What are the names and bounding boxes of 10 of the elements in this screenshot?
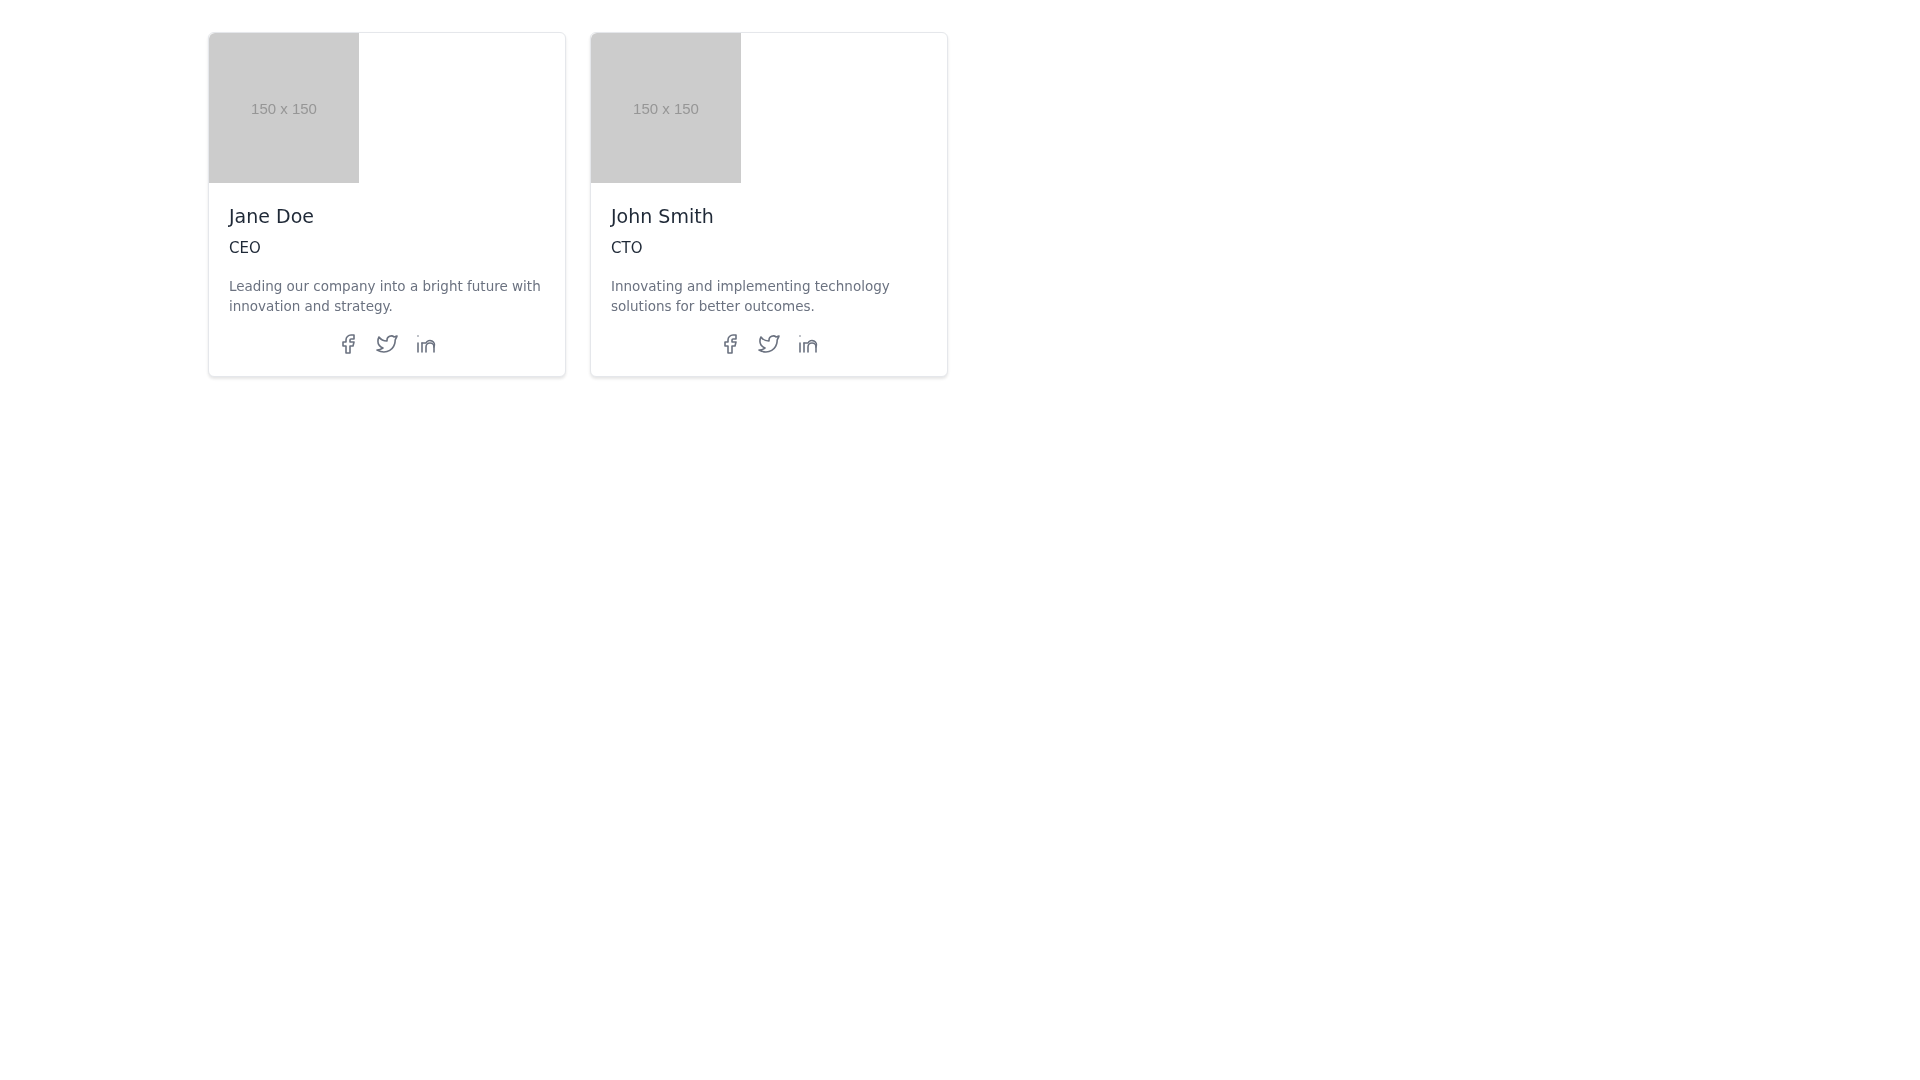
member-bio: Leading our company into a bright future with innovation and strategy. (229, 277, 542, 316)
linkedin-icon[interactable] (414, 332, 438, 356)
member-role: CEO (229, 238, 262, 259)
linkedin-icon[interactable] (796, 332, 820, 356)
member-name: Jane Doe (229, 204, 315, 229)
member-role: CTO (611, 238, 644, 259)
member-bio: Innovating and implementing technology solutions for better outcomes. (611, 277, 891, 316)
member-name: John Smith (611, 204, 715, 229)
bird-icon[interactable] (757, 332, 781, 356)
bird-icon[interactable] (375, 332, 399, 356)
